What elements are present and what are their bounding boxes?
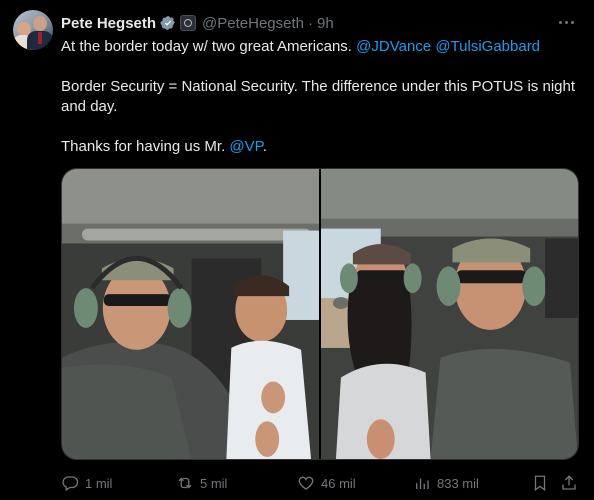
author-handle[interactable]: @PeteHegseth — [202, 15, 304, 32]
like-icon — [298, 476, 314, 490]
views-icon — [416, 478, 429, 489]
bookmark-button[interactable] — [531, 472, 549, 494]
mention-jdvance[interactable]: @JDVance — [356, 38, 431, 55]
tweet-media[interactable] — [61, 168, 579, 460]
affiliate-badge-icon[interactable] — [180, 15, 197, 31]
tweet-actions: 1 mil 5 mil 46 mil 833 mil — [61, 472, 581, 494]
text-plain: At the border today w/ two great America… — [61, 38, 357, 55]
tweet-text-paragraph-2: Border Security = National Security. The… — [61, 78, 575, 115]
photo-left[interactable] — [62, 169, 319, 459]
reply-icon — [62, 476, 79, 491]
tweet-text-paragraph-3: Thanks for having us Mr. @VP. — [61, 137, 581, 157]
bookmark-icon — [534, 475, 546, 492]
separator-dot: · — [308, 14, 313, 32]
reply-button[interactable]: 1 mil — [61, 472, 112, 494]
author-avatar[interactable] — [13, 10, 53, 50]
repost-count: 5 mil — [200, 475, 228, 491]
verified-badge-icon — [160, 15, 176, 31]
mention-vp[interactable]: @VP — [229, 138, 262, 155]
tweet-text-line-1: At the border today w/ two great America… — [61, 37, 581, 57]
repost-icon — [178, 477, 192, 489]
share-icon — [562, 475, 576, 490]
reply-count: 1 mil — [85, 475, 113, 491]
text-plain: Thanks for having us Mr. — [61, 138, 230, 155]
like-count: 46 mil — [321, 475, 356, 491]
tweet-header: Pete Hegseth @PeteHegseth · 9h — [61, 13, 334, 33]
author-name[interactable]: Pete Hegseth — [61, 15, 156, 32]
tweet-timestamp[interactable]: 9h — [317, 15, 334, 32]
photo-right[interactable] — [321, 169, 578, 459]
mention-tulsigabbard[interactable]: @TulsiGabbard — [435, 38, 540, 55]
text-period: . — [262, 138, 267, 155]
share-button[interactable] — [560, 472, 578, 494]
views-button[interactable]: 833 mil — [413, 472, 479, 494]
repost-button[interactable]: 5 mil — [176, 472, 227, 494]
views-count: 833 mil — [437, 475, 479, 491]
like-button[interactable]: 46 mil — [297, 472, 356, 494]
more-icon[interactable] — [554, 12, 578, 32]
